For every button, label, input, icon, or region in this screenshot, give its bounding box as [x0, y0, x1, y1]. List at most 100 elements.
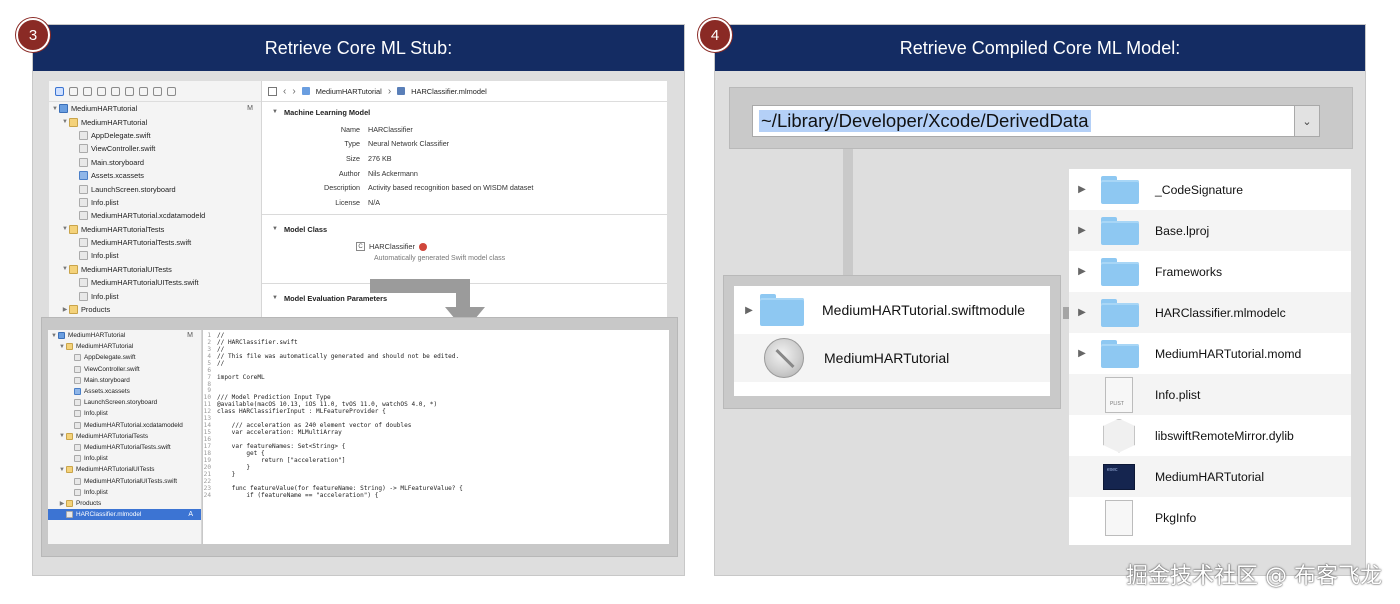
breakpoint-icon[interactable]: [153, 86, 162, 96]
tree-item[interactable]: LaunchScreen.storyboard: [48, 397, 201, 408]
tree-item-label: MediumHARTutorial: [71, 104, 138, 114]
finder-item-name: PkgInfo: [1155, 510, 1197, 525]
tree-item[interactable]: ▼ MediumHARTutorial M: [48, 330, 201, 341]
finder-item-name: Frameworks: [1155, 264, 1223, 279]
folder-icon[interactable]: [55, 86, 64, 96]
breadcrumb-file[interactable]: HARClassifier.mlmodel: [411, 87, 487, 96]
forward-arrow-icon[interactable]: ›: [292, 86, 295, 97]
finder-item[interactable]: libswiftRemoteMirror.dylib: [1069, 415, 1351, 456]
tree-item[interactable]: ▼ MediumHARTutorial: [49, 115, 261, 128]
tree-item[interactable]: MediumHARTutorialTests.swift: [49, 236, 261, 249]
tree-item[interactable]: Info.plist: [48, 453, 201, 464]
path-field[interactable]: ~/Library/Developer/Xcode/DerivedData ⌄: [752, 105, 1320, 137]
disclosure-triangle-icon[interactable]: ▶: [1071, 184, 1093, 195]
tree-item-label: AppDelegate.swift: [84, 354, 136, 362]
disclosure-open-icon[interactable]: ▼: [51, 106, 59, 112]
code-text: //: [217, 345, 225, 353]
tree-item[interactable]: MediumHARTutorialTests.swift: [48, 442, 201, 453]
symbol-icon[interactable]: [83, 86, 92, 96]
tree-item[interactable]: Main.storyboard: [48, 375, 201, 386]
disclosure-triangle-icon[interactable]: ▶: [738, 305, 760, 316]
folder-icon: [69, 117, 78, 127]
ml-model-section-title[interactable]: Machine Learning Model: [262, 102, 667, 122]
tree-item[interactable]: ▼ MediumHARTutorialUITests: [48, 464, 201, 475]
disclosure-open-icon[interactable]: ▼: [58, 344, 66, 350]
source-control-icon[interactable]: [69, 86, 78, 96]
tree-item[interactable]: Assets.xcassets: [48, 386, 201, 397]
disclosure-triangle-icon[interactable]: ▶: [1071, 266, 1093, 277]
tree-item[interactable]: ▼ MediumHARTutorial M: [49, 102, 261, 115]
disclosure-closed-icon[interactable]: ▶: [61, 306, 69, 313]
folder-icon: [1101, 257, 1139, 286]
field-value: Neural Network Classifier: [368, 139, 450, 149]
tree-item[interactable]: LaunchScreen.storyboard: [49, 182, 261, 195]
tree-item[interactable]: ▼ MediumHARTutorialTests: [49, 223, 261, 236]
tree-item[interactable]: Assets.xcassets: [49, 169, 261, 182]
tree-item[interactable]: ▶ Products: [49, 303, 261, 316]
breadcrumb-project[interactable]: MediumHARTutorial: [316, 87, 382, 96]
grid-icon[interactable]: [268, 86, 277, 96]
code-text: //: [217, 331, 225, 339]
tree-item[interactable]: Info.plist: [49, 196, 261, 209]
tree-item[interactable]: AppDelegate.swift: [49, 129, 261, 142]
model-class-name: HARClassifier: [369, 242, 415, 252]
tree-item[interactable]: Info.plist: [48, 487, 201, 498]
code-line: 1 //: [203, 332, 669, 339]
disclosure-triangle-icon[interactable]: ▶: [1071, 307, 1093, 318]
report-icon[interactable]: [167, 86, 176, 96]
finder-item[interactable]: ▶ _CodeSignature: [1069, 169, 1351, 210]
tree-item[interactable]: MediumHARTutorialUITests.swift: [49, 276, 261, 289]
chevron-down-icon[interactable]: ⌄: [1294, 105, 1320, 137]
tree-item[interactable]: MediumHARTutorial.xcdatamodeld: [48, 420, 201, 431]
tree-item[interactable]: Info.plist: [49, 249, 261, 262]
disclosure-open-icon[interactable]: ▼: [61, 266, 69, 272]
path-text: ~/Library/Developer/Xcode/DerivedData: [759, 110, 1091, 132]
file-icon: [74, 488, 81, 496]
tree-item[interactable]: Main.storyboard: [49, 156, 261, 169]
disclosure-open-icon[interactable]: ▼: [50, 333, 58, 339]
finder-item[interactable]: Info.plist: [1069, 374, 1351, 415]
test-icon[interactable]: [125, 86, 134, 96]
tree-item-label: ViewController.swift: [84, 365, 140, 373]
finder-item[interactable]: MediumHARTutorial: [734, 334, 1050, 382]
tree-item[interactable]: ▼ MediumHARTutorialTests: [48, 431, 201, 442]
debug-icon[interactable]: [139, 86, 148, 96]
disclosure-open-icon[interactable]: ▼: [58, 467, 66, 473]
tree-item[interactable]: MediumHARTutorialUITests.swift: [48, 475, 201, 486]
folder-icon: [760, 294, 804, 326]
file-icon: [79, 211, 88, 221]
finder-item[interactable]: ▶ MediumHARTutorial.momd: [1069, 333, 1351, 374]
model-class-section-title[interactable]: Model Class: [262, 219, 667, 239]
search-icon[interactable]: [97, 86, 106, 96]
finder-item[interactable]: PkgInfo: [1069, 497, 1351, 538]
finder-item[interactable]: ▶ Frameworks: [1069, 251, 1351, 292]
tree-item[interactable]: ▼ MediumHARTutorialUITests: [49, 263, 261, 276]
swift-code-editor[interactable]: 1 // 2 // HARClassifier.swift 3 // 4 // This fi…: [203, 330, 669, 544]
tree-item[interactable]: ▶ Products: [48, 498, 201, 509]
finder-item[interactable]: MediumHARTutorial: [1069, 456, 1351, 497]
disclosure-triangle-icon[interactable]: ▶: [1071, 225, 1093, 236]
tree-item[interactable]: Info.plist: [49, 289, 261, 302]
go-to-class-icon[interactable]: [419, 242, 427, 251]
disclosure-open-icon[interactable]: ▼: [61, 119, 69, 125]
warning-icon[interactable]: [111, 86, 120, 96]
tree-item[interactable]: ViewController.swift: [49, 142, 261, 155]
tree-item[interactable]: AppDelegate.swift: [48, 352, 201, 363]
file-icon: [79, 144, 88, 154]
finder-item[interactable]: ▶ Base.lproj: [1069, 210, 1351, 251]
disclosure-open-icon[interactable]: ▼: [61, 226, 69, 232]
tree-item[interactable]: ▼ MediumHARTutorial: [48, 341, 201, 352]
finder-item[interactable]: ▶ HARClassifier.mlmodelc: [1069, 292, 1351, 333]
disclosure-triangle-icon[interactable]: ▶: [1071, 348, 1093, 359]
tree-item[interactable]: MediumHARTutorial.xcdatamodeld: [49, 209, 261, 222]
disclosure-closed-icon[interactable]: ▶: [58, 500, 66, 507]
back-arrow-icon[interactable]: ‹: [283, 86, 286, 97]
code-project-navigator: ▼ MediumHARTutorial M ▼ MediumHARTutorial App…: [48, 330, 202, 544]
disclosure-open-icon[interactable]: ▼: [58, 433, 66, 439]
code-text: /// acceleration as 240 element vector o…: [217, 422, 412, 430]
tree-item[interactable]: HARClassifier.mlmodel A: [48, 509, 201, 521]
tree-item[interactable]: ViewController.swift: [48, 364, 201, 375]
tree-item[interactable]: Info.plist: [48, 408, 201, 419]
finder-item[interactable]: ▶ MediumHARTutorial.swiftmodule: [734, 286, 1050, 334]
panel-4-title: Retrieve Compiled Core ML Model:: [715, 25, 1365, 71]
